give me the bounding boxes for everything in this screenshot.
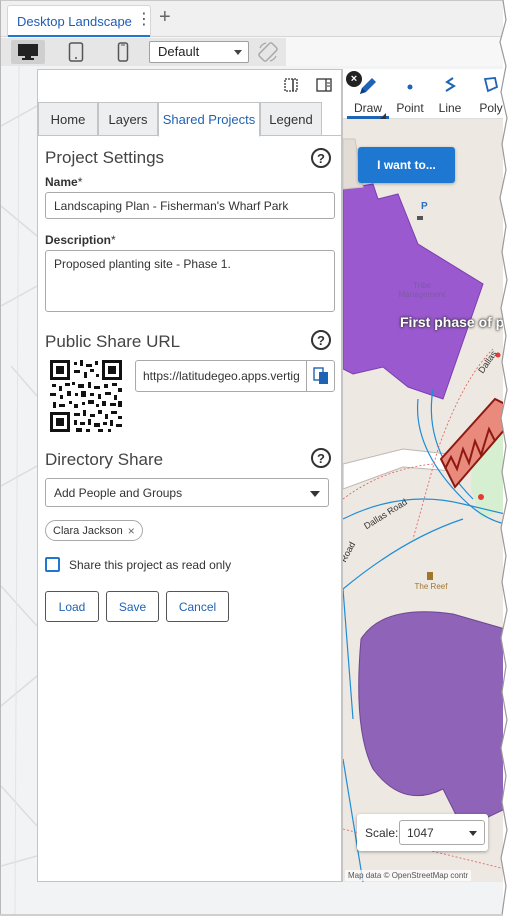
desktop-icon[interactable]	[11, 40, 45, 64]
description-field[interactable]: Proposed planting site - Phase 1.	[45, 250, 335, 312]
tab-home[interactable]: Home	[38, 102, 98, 136]
copy-url-button[interactable]	[306, 360, 335, 392]
help-icon[interactable]: ?	[311, 330, 331, 350]
save-button[interactable]: Save	[106, 591, 159, 622]
tablet-icon[interactable]	[61, 40, 91, 64]
browser-tab[interactable]: Desktop Landscape ⋮	[7, 5, 152, 37]
browser-tab-label: Desktop Landscape	[17, 14, 132, 29]
tab-legend[interactable]: Legend	[260, 102, 322, 136]
help-icon[interactable]: ?	[311, 148, 331, 168]
public-share-title: Public Share URL	[45, 332, 181, 351]
scale-label: Scale:	[365, 826, 399, 840]
name-field[interactable]: Landscaping Plan - Fisherman's Wharf Par…	[45, 192, 335, 219]
help-icon[interactable]: ?	[311, 448, 331, 468]
required-mark: *	[111, 233, 116, 247]
app-window: Desktop Landscape ⋮ + Default Home Layer…	[0, 0, 503, 915]
dock-panel-icon[interactable]	[316, 78, 332, 92]
map-canvas[interactable]: P	[343, 69, 503, 882]
chevron-down-icon	[234, 50, 242, 55]
device-preset-value: Default	[158, 44, 200, 59]
browser-tab-bar: Desktop Landscape ⋮ +	[1, 1, 503, 37]
directory-share-title: Directory Share	[45, 450, 164, 469]
tool-point-label: Point	[396, 101, 424, 115]
app-viewport: Home Layers Shared Projects Legend Proje…	[1, 66, 503, 915]
required-mark: *	[77, 175, 83, 189]
shared-user-chip: Clara Jackson ×	[45, 520, 143, 541]
active-tab-indicator	[8, 35, 150, 37]
panel-header	[38, 70, 341, 100]
scale-value: 1047	[407, 826, 434, 840]
read-only-checkbox[interactable]	[45, 557, 60, 572]
point-icon	[407, 84, 413, 90]
torn-edge-decoration	[499, 0, 520, 916]
side-panel: Home Layers Shared Projects Legend Proje…	[37, 69, 342, 882]
tool-point[interactable]: Point	[390, 69, 430, 119]
i-want-to-button[interactable]: I want to...	[358, 147, 455, 183]
line-icon	[445, 77, 456, 92]
cancel-button[interactable]: Cancel	[166, 591, 229, 622]
scale-select[interactable]: 1047	[399, 820, 485, 845]
tab-menu-icon[interactable]: ⋮	[136, 12, 152, 28]
scale-control: Scale: 1047	[357, 814, 488, 851]
device-preset-select[interactable]: Default	[149, 41, 249, 63]
people-groups-select[interactable]: Add People and Groups	[45, 478, 329, 507]
bottom-shadow	[0, 914, 503, 916]
map-attribution: Map data © OpenStreetMap contr	[345, 870, 472, 881]
map-view[interactable]: P Draw Point Line Poly × I want to... Fi…	[342, 69, 503, 882]
name-label: Name*	[45, 175, 83, 189]
tab-shared-projects[interactable]: Shared Projects	[158, 102, 260, 137]
rotate-icon[interactable]	[256, 40, 280, 64]
description-label: Description*	[45, 233, 116, 247]
tool-line[interactable]: Line	[432, 69, 468, 119]
shared-user-name: Clara Jackson	[53, 524, 123, 537]
chevron-down-icon	[310, 491, 320, 497]
qr-code-image	[50, 360, 122, 432]
remove-chip-icon[interactable]: ×	[128, 524, 135, 538]
draw-toolbar: Draw Point Line Poly ×	[343, 69, 503, 119]
feature-label: First phase of p	[400, 314, 503, 330]
svg-text:P: P	[421, 201, 428, 212]
read-only-label[interactable]: Share this project as read only	[69, 558, 231, 572]
poi-label: Tribe Management	[398, 281, 446, 299]
copy-icon	[312, 367, 328, 384]
new-tab-icon[interactable]: +	[159, 7, 171, 27]
people-groups-value: Add People and Groups	[54, 486, 183, 500]
share-url-field[interactable]: https://latitudegeo.apps.vertig	[135, 360, 307, 392]
phone-icon[interactable]	[108, 40, 138, 64]
tab-layers[interactable]: Layers	[98, 102, 158, 136]
background-streets	[1, 66, 37, 915]
device-toolbar: Default	[1, 38, 286, 66]
dropdown-corner-icon	[380, 113, 386, 119]
close-icon[interactable]: ×	[346, 71, 362, 87]
load-button[interactable]: Load	[45, 591, 99, 622]
tool-line-label: Line	[438, 101, 462, 115]
poi-label: The Reef	[414, 582, 448, 591]
panel-tabs: Home Layers Shared Projects Legend	[38, 102, 341, 137]
collapse-panel-icon[interactable]	[284, 78, 298, 92]
chevron-down-icon	[469, 831, 477, 836]
project-settings-title: Project Settings	[45, 148, 165, 167]
